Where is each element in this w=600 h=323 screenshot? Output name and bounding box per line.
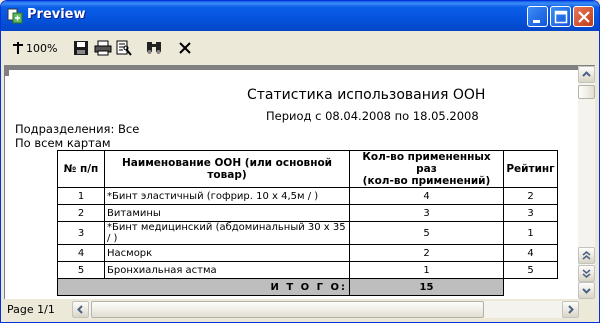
report-department: Подразделения: Все (15, 122, 140, 136)
cell-name: Бронхиальная астма (104, 261, 350, 279)
zoom-button[interactable]: 100% (12, 38, 57, 58)
cell-name: *Бинт медицинский (абдоминальный 30 х 35… (104, 221, 350, 245)
status-bar: Page 1/1 (4, 300, 596, 320)
close-x-icon (578, 11, 590, 23)
arrow-right-icon (568, 305, 574, 314)
table-row: 2 Витамины 3 3 (57, 204, 558, 222)
total-row: И Т О Г О: 15 (57, 278, 558, 296)
col-header-rank: Рейтинг (503, 150, 558, 188)
table-row: 5 Бронхиальная астма 1 5 (57, 261, 558, 279)
zoom-icon (13, 42, 23, 54)
cell-used: 5 (349, 221, 504, 245)
total-label: И Т О Г О: (57, 278, 350, 296)
cell-used: 4 (349, 187, 504, 205)
save-icon (74, 41, 88, 55)
total-value: 15 (349, 278, 504, 296)
col-header-used: Кол-во примененных раз (кол-во применени… (349, 150, 504, 188)
arrow-up-icon (582, 71, 591, 77)
cell-used: 2 (349, 244, 504, 262)
horizontal-scroll-thumb[interactable] (91, 301, 484, 318)
cell-num: 2 (57, 204, 105, 222)
toolbar: 100% (4, 33, 596, 63)
close-preview-button[interactable] (178, 38, 192, 58)
save-button[interactable] (73, 38, 89, 58)
page-top-edge (5, 66, 578, 76)
vertical-scroll-thumb[interactable] (578, 85, 595, 99)
report-period: Период с 08.04.2008 по 18.05.2008 (266, 109, 479, 123)
minimize-button[interactable] (527, 6, 548, 27)
scroll-right-button[interactable] (562, 301, 579, 318)
horizontal-scrollbar[interactable] (72, 301, 579, 318)
vertical-scrollbar[interactable] (578, 65, 595, 299)
minimize-icon (533, 20, 540, 23)
report-title: Статистика использования ООН (247, 87, 486, 103)
title-bar[interactable]: Preview (1, 1, 599, 31)
col-header-used-line1: Кол-во примененных раз (362, 151, 491, 175)
cell-name: Насморк (104, 244, 350, 262)
print-button[interactable] (94, 38, 112, 58)
statistics-table: № п/п Наименование ООН (или основной тов… (57, 150, 558, 296)
zoom-level: 100% (26, 41, 58, 55)
cell-rank: 5 (503, 261, 558, 279)
page-setup-icon (116, 40, 132, 56)
close-icon (179, 42, 191, 54)
cell-num: 5 (57, 261, 105, 279)
page-setup-button[interactable] (115, 38, 133, 58)
col-header-used-line2: (кол-во применений) (362, 175, 491, 187)
cell-used: 3 (349, 204, 504, 222)
double-arrow-up-icon (582, 251, 591, 260)
app-icon (7, 8, 23, 24)
report-scope: По всем картам (15, 136, 111, 150)
window-title: Preview (27, 7, 86, 22)
scroll-page-down-button[interactable] (578, 265, 595, 282)
cell-rank: 1 (503, 221, 558, 245)
table-row: 3 *Бинт медицинский (абдоминальный 30 х … (57, 221, 558, 245)
arrow-down-icon (582, 288, 591, 294)
cell-rank: 3 (503, 204, 558, 222)
cell-used: 1 (349, 261, 504, 279)
table-header-row: № п/п Наименование ООН (или основной тов… (57, 150, 558, 188)
maximize-button[interactable] (550, 6, 571, 27)
arrow-left-icon (77, 305, 83, 314)
preview-window: Preview 100% Статистика использования ОО… (0, 0, 600, 323)
cell-num: 4 (57, 244, 105, 262)
close-window-button[interactable] (573, 6, 594, 27)
table-row: 4 Насморк 2 4 (57, 244, 558, 262)
col-header-name: Наименование ООН (или основной товар) (104, 150, 350, 188)
cell-rank: 4 (503, 244, 558, 262)
scroll-page-up-button[interactable] (578, 247, 595, 264)
table-row: 1 *Бинт эластичный (гофрир. 10 х 4,5м / … (57, 187, 558, 205)
cell-rank: 2 (503, 187, 558, 205)
report-page: Статистика использования ООН Период с 08… (4, 65, 578, 299)
cell-name: Витамины (104, 204, 350, 222)
find-button[interactable] (145, 38, 163, 58)
double-arrow-down-icon (582, 269, 591, 278)
print-icon (94, 40, 112, 56)
col-header-num: № п/п (57, 150, 105, 188)
cell-num: 1 (57, 187, 105, 205)
maximize-icon (554, 10, 568, 24)
cell-num: 3 (57, 221, 105, 245)
page-indicator: Page 1/1 (7, 303, 55, 316)
scroll-down-button[interactable] (578, 282, 595, 299)
scroll-up-button[interactable] (578, 66, 595, 83)
cell-name: *Бинт эластичный (гофрир. 10 х 4,5м / ) (104, 187, 350, 205)
find-icon (147, 42, 161, 54)
scroll-left-button[interactable] (72, 301, 89, 318)
